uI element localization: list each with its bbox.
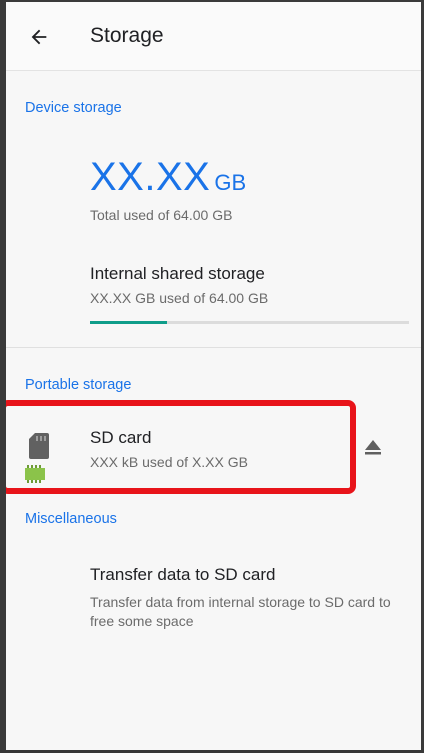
app-bar: Storage	[6, 2, 421, 71]
page-title: Storage	[90, 24, 164, 47]
sd-card-item[interactable]: SD card XXX kB used of X.XX GB	[6, 406, 346, 486]
internal-storage-progress	[90, 321, 409, 324]
internal-storage-summary: XX.XX GB used of 64.00 GB	[90, 290, 269, 306]
section-header-miscellaneous: Miscellaneous	[25, 511, 117, 527]
sd-card-summary: XXX kB used of X.XX GB	[90, 454, 248, 470]
total-used-unit: GB	[214, 170, 247, 195]
transfer-to-sd-item[interactable]: Transfer data to SD card Transfer data f…	[6, 551, 421, 641]
transfer-title: Transfer data to SD card	[90, 565, 276, 584]
section-header-device-storage: Device storage	[25, 100, 122, 116]
section-header-portable-storage: Portable storage	[25, 377, 132, 393]
total-used-display: XX.XX GB	[90, 155, 246, 200]
transfer-description: Transfer data from internal storage to S…	[90, 594, 391, 629]
section-divider	[6, 347, 421, 348]
storage-list: Device storage XX.XX GB Total used of 64.…	[6, 71, 421, 750]
sd-card-icon	[29, 433, 49, 459]
total-used-caption: Total used of 64.00 GB	[90, 207, 233, 223]
back-button[interactable]	[24, 22, 54, 52]
arrow-back-icon	[31, 29, 47, 45]
total-used-value: XX.XX	[90, 155, 211, 199]
internal-storage-progress-fill	[90, 321, 167, 324]
internal-storage-title: Internal shared storage	[90, 264, 265, 283]
eject-icon[interactable]	[362, 437, 384, 457]
sd-card-title: SD card	[90, 428, 152, 447]
internal-storage-item[interactable]: Internal shared storage XX.XX GB used of…	[6, 251, 421, 483]
